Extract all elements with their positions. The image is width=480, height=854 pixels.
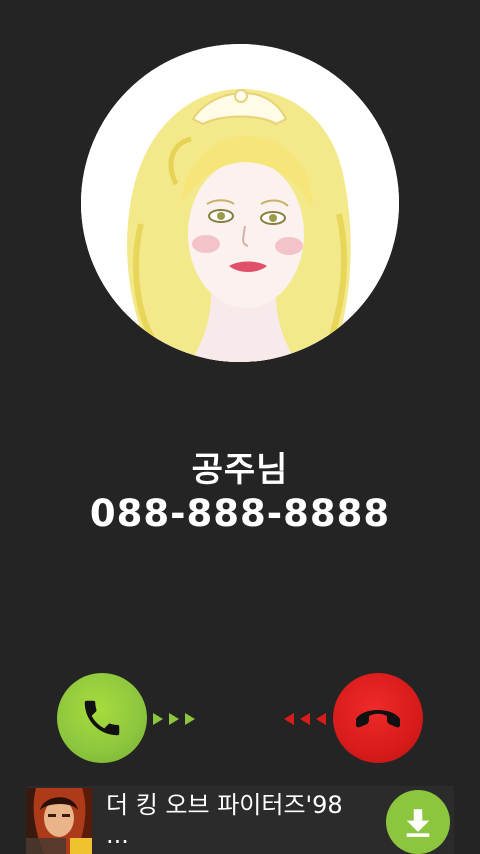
game-app-icon xyxy=(26,788,92,854)
swipe-right-arrows xyxy=(153,711,197,727)
ad-subtitle: ... xyxy=(106,821,129,849)
caller-number: 088-888-8888 xyxy=(89,492,391,535)
caller-avatar xyxy=(81,44,399,362)
hang-up-icon xyxy=(356,710,400,728)
download-icon xyxy=(406,809,430,837)
phone-handset-icon xyxy=(84,700,120,736)
ad-download-button[interactable] xyxy=(386,790,450,854)
ad-banner[interactable]: 더 킹 오브 파이터즈'98 ... xyxy=(26,786,454,854)
decline-call-button[interactable] xyxy=(333,673,423,763)
accept-call-button[interactable] xyxy=(57,673,147,763)
ad-title: 더 킹 오브 파이터즈'98 xyxy=(106,791,343,819)
caller-name: 공주님 xyxy=(191,450,289,490)
swipe-left-arrows xyxy=(284,711,328,727)
princess-portrait-image xyxy=(81,44,399,362)
